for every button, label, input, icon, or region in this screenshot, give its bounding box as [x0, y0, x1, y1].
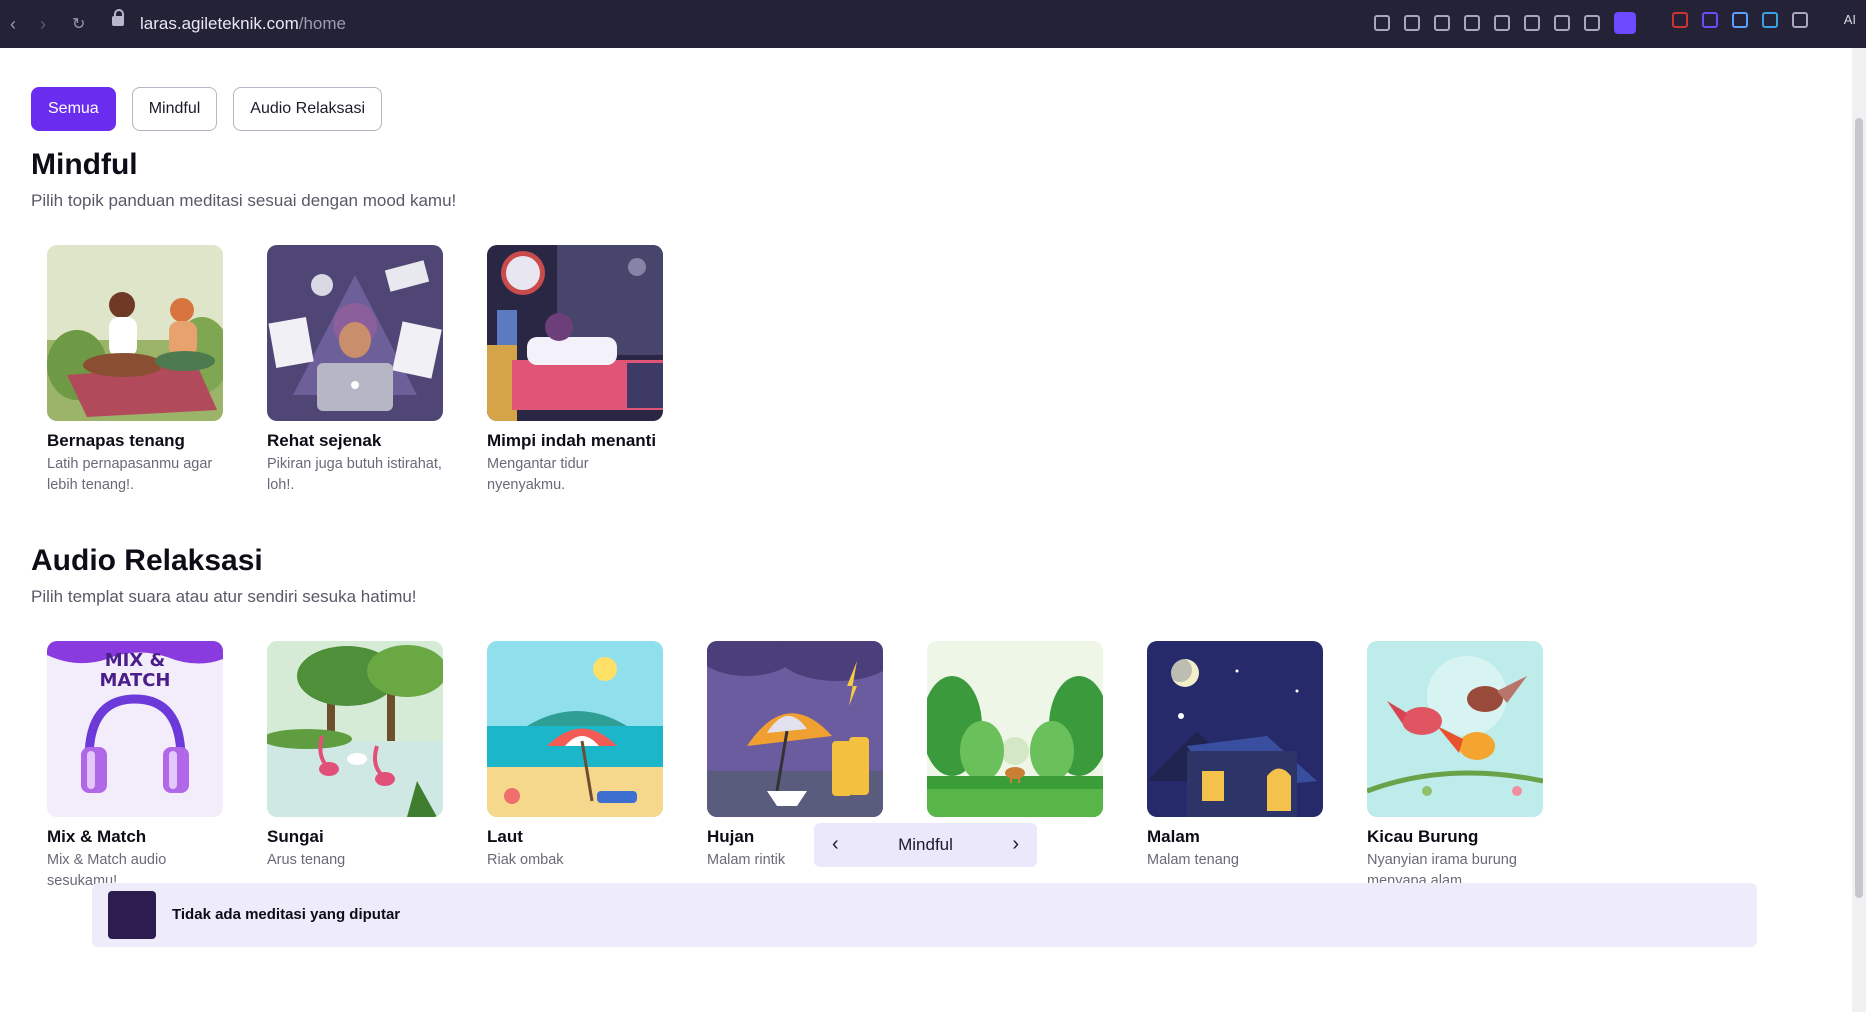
- card-title: Laut: [487, 827, 523, 846]
- card-description: Arus tenang: [267, 852, 346, 868]
- card-image: [47, 245, 223, 421]
- url-path: /home: [298, 14, 346, 33]
- page-content: Semua Mindful Audio Relaksasi Mindful Pi…: [0, 48, 1852, 1012]
- shield-icon[interactable]: [1464, 15, 1480, 31]
- player-status: Tidak ada meditasi yang diputar: [172, 906, 401, 923]
- chevron-right-icon[interactable]: ›: [1012, 833, 1019, 856]
- extension-doc-icon[interactable]: [1732, 12, 1748, 28]
- card-image: [487, 641, 663, 817]
- section-pager: ‹ Mindful ›: [814, 823, 1037, 867]
- tab-semua[interactable]: Semua: [31, 87, 116, 131]
- profile-icon[interactable]: [1614, 12, 1636, 34]
- card-image: [267, 641, 443, 817]
- extension-translate-icon[interactable]: [1762, 12, 1778, 28]
- card-image: [267, 245, 443, 421]
- card-bernapas-tenang[interactable]: Bernapas tenang Latih pernapasanmu agar …: [47, 245, 223, 496]
- forward-icon[interactable]: ›: [40, 14, 46, 35]
- card-description: Riak ombak: [487, 852, 564, 868]
- card-title: Mimpi indah menanti: [487, 431, 657, 450]
- tab-audio-relaksasi[interactable]: Audio Relaksasi: [233, 87, 383, 131]
- card-image: [1147, 641, 1323, 817]
- scrollbar[interactable]: [1852, 48, 1866, 1012]
- card-mimpi-indah-menanti[interactable]: Mimpi indah menanti Mengantar tidur nyen…: [487, 245, 663, 496]
- extension-red-icon[interactable]: [1672, 12, 1688, 28]
- scrollbar-thumb[interactable]: [1855, 118, 1863, 898]
- card-kicau-burung[interactable]: Kicau Burung Nyanyian irama burung menya…: [1367, 641, 1543, 892]
- key-icon[interactable]: [1374, 15, 1390, 31]
- card-title: Kicau Burung: [1367, 827, 1479, 846]
- player-thumbnail: [108, 891, 156, 939]
- pager-label: Mindful: [898, 835, 953, 854]
- card-rehat-sejenak[interactable]: Rehat sejenak Pikiran juga butuh istirah…: [267, 245, 443, 496]
- tab-mindful[interactable]: Mindful: [131, 87, 218, 131]
- card-laut[interactable]: Laut Riak ombak: [487, 641, 663, 871]
- card-description: Mengantar tidur nyenyakmu.: [487, 456, 589, 493]
- lock-icon: [112, 9, 124, 26]
- card-description: Malam tenang: [1147, 852, 1239, 868]
- toolbar-icons: [1374, 12, 1636, 34]
- section-subtitle-audio: Pilih templat suara atau atur sendiri se…: [31, 587, 417, 606]
- card-description: Latih pernapasanmu agar lebih tenang!.: [47, 456, 213, 493]
- card-image: [1367, 641, 1543, 817]
- ai-button[interactable]: AI: [1844, 12, 1856, 27]
- menu-icon[interactable]: [1584, 15, 1600, 31]
- browser-toolbar: ‹ › ↻ laras.agileteknik.com/home AI: [0, 0, 1866, 48]
- extension-icons: [1672, 12, 1808, 28]
- card-title: Mix & Match: [47, 827, 147, 846]
- extension-cube-icon[interactable]: [1792, 12, 1808, 28]
- audio-player-bar: Tidak ada meditasi yang diputar: [92, 883, 1757, 947]
- card-mix-match[interactable]: MIX & MATCH Mix & Match Mix & Match audi…: [47, 641, 223, 892]
- url-domain: laras.agileteknik.com: [140, 14, 299, 33]
- section-title-audio: Audio Relaksasi: [31, 544, 263, 577]
- edit-icon[interactable]: [1404, 15, 1420, 31]
- filter-tabs: Semua Mindful Audio Relaksasi: [31, 87, 383, 131]
- card-title: Sungai: [267, 827, 324, 846]
- card-image: [927, 641, 1103, 817]
- card-image: [487, 245, 663, 421]
- mix-match-art-label: MIX & MATCH: [99, 650, 171, 691]
- section-subtitle-mindful: Pilih topik panduan meditasi sesuai deng…: [31, 191, 457, 210]
- reload-icon[interactable]: ↻: [72, 14, 85, 34]
- card-title: Bernapas tenang: [47, 431, 185, 450]
- section-title-mindful: Mindful: [31, 148, 138, 181]
- extension-badge-icon[interactable]: [1702, 12, 1718, 28]
- card-image: [707, 641, 883, 817]
- card-image: MIX & MATCH: [47, 641, 223, 817]
- heart-icon[interactable]: [1524, 15, 1540, 31]
- card-title: Rehat sejenak: [267, 431, 382, 450]
- download-icon[interactable]: [1554, 15, 1570, 31]
- card-description: Pikiran juga butuh istirahat, loh!.: [267, 456, 442, 493]
- back-icon[interactable]: ‹: [10, 14, 16, 35]
- send-icon[interactable]: [1494, 15, 1510, 31]
- card-sungai[interactable]: Sungai Arus tenang: [267, 641, 443, 871]
- card-title: Malam: [1147, 827, 1200, 846]
- camera-icon[interactable]: [1434, 15, 1450, 31]
- card-malam[interactable]: Malam Malam tenang: [1147, 641, 1323, 871]
